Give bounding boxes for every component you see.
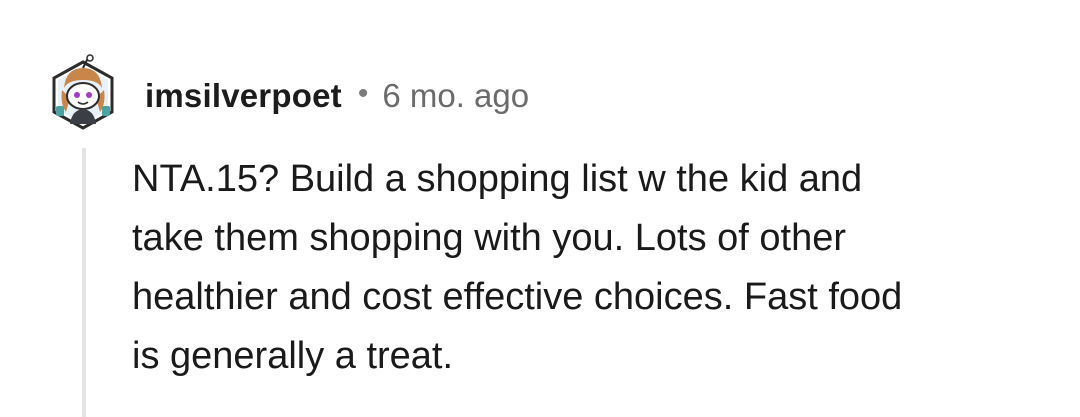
- comment-body-line: NTA.15? Build a shopping list w the kid …: [132, 158, 863, 200]
- separator-dot: •: [357, 77, 369, 110]
- comment-body-line: healthier and cost effective choices. Fa…: [132, 276, 903, 318]
- user-avatar[interactable]: [50, 54, 116, 134]
- comment-body: NTA.15? Build a shopping list w the kid …: [132, 150, 1032, 386]
- comment: imsilverpoet • 6 mo. ago NTA.15? Build a…: [0, 0, 1080, 417]
- comment-body-line: take them shopping with you. Lots of oth…: [132, 217, 846, 259]
- comment-body-line: is generally a treat.: [132, 335, 454, 377]
- snoo-avatar-icon: [52, 54, 114, 130]
- thread-line[interactable]: [82, 148, 86, 417]
- username-link[interactable]: imsilverpoet: [145, 77, 342, 115]
- comment-age: 6 mo. ago: [382, 77, 530, 114]
- comment-header: imsilverpoet • 6 mo. ago: [145, 74, 529, 118]
